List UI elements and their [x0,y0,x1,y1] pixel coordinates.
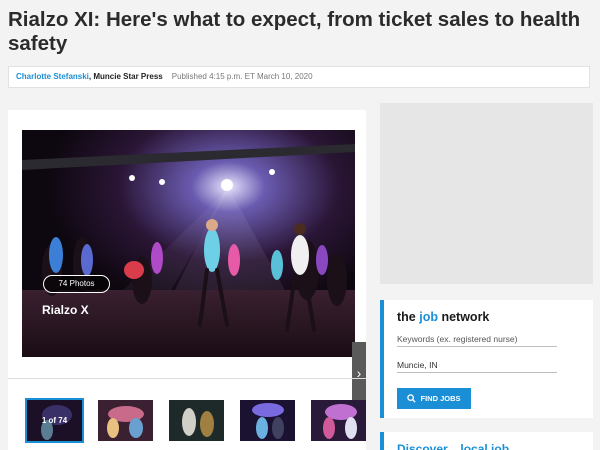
byline: Charlotte Stefanski, Muncie Star Press Pu… [8,66,590,88]
thumbnail-image [240,400,295,441]
advertisement-slot [380,103,593,284]
gallery-thumbnail[interactable] [98,400,153,441]
gallery-divider [8,378,366,379]
thumbnail-image [98,400,153,441]
thumbnail-image [311,400,366,441]
thumbnail-image [169,400,224,441]
publication-name: Muncie Star Press [93,72,163,81]
stage-photo-illustration [22,130,355,357]
promo-box: Discover... local job... [380,432,593,450]
gallery-title[interactable]: Rialzo X [42,303,89,317]
promo-link[interactable]: Discover... local job... [397,442,519,450]
gallery-thumbnail[interactable] [311,400,366,441]
logo-text-the: the [397,310,420,324]
author-link[interactable]: Charlotte Stefanski [16,72,89,81]
gallery-main-photo[interactable]: 74 Photos Rialzo X [22,130,355,357]
logo-text-job: job [419,310,438,324]
search-icon [407,394,417,403]
article-headline: Rialzo XI: Here's what to expect, from t… [8,8,581,55]
photo-count-badge[interactable]: 74 Photos [43,275,110,293]
chevron-right-icon[interactable]: › [352,342,366,404]
gallery-thumbnail[interactable] [169,400,224,441]
job-location-input[interactable] [397,357,557,373]
logo-text-network: network [437,310,490,324]
job-network-logo: the job network [397,310,489,324]
find-jobs-button[interactable]: FIND JOBS [397,388,471,409]
thumbnail-counter: 1 of 74 [27,400,82,441]
gallery-thumbnail[interactable] [240,400,295,441]
photo-gallery: 74 Photos Rialzo X › 1 of 74 [8,110,366,450]
job-network-widget: the job network FIND JOBS [380,300,593,418]
job-keywords-input[interactable] [397,331,557,347]
gallery-thumbnail[interactable]: 1 of 74 [25,398,84,443]
publish-date: Published 4:15 p.m. ET March 10, 2020 [171,72,313,81]
find-jobs-label: FIND JOBS [420,394,461,403]
